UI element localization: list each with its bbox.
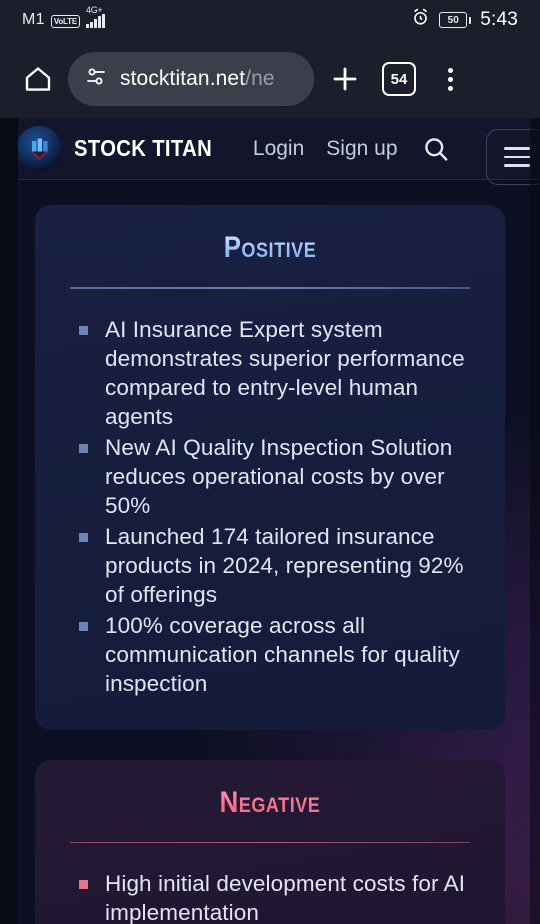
alarm-clock-icon (411, 8, 430, 32)
positive-card-divider (70, 287, 470, 289)
list-item: New AI Quality Inspection Solution reduc… (79, 433, 475, 520)
site-nav: Login Sign up (253, 137, 398, 161)
positive-points-list: AI Insurance Expert system demonstrates … (79, 315, 475, 698)
nav-item-signup[interactable]: Sign up (326, 137, 397, 161)
carrier-label: M1 (22, 11, 45, 28)
battery-indicator: 50 (439, 12, 472, 28)
negative-card-divider (70, 841, 470, 844)
brand-wordmark: STOCK TITAN (74, 135, 213, 161)
clock-label: 5:43 (480, 9, 518, 30)
list-item: Launched 174 tailored insurance products… (79, 522, 475, 609)
signal-indicator: 4G+ (85, 5, 105, 28)
positive-card: Positive AI Insurance Expert system demo… (35, 205, 505, 730)
stock-titan-logo-icon (16, 125, 62, 172)
negative-points-list: High initial development costs for AI im… (79, 869, 475, 924)
new-tab-button[interactable] (322, 56, 368, 102)
url-bar[interactable]: stocktitan.net/ne (68, 52, 314, 106)
volte-badge: VoLTE (50, 15, 80, 28)
web-page-viewport: STOCK TITAN Login Sign up Positive AI In… (0, 118, 540, 924)
sentiment-cards: Positive AI Insurance Expert system demo… (0, 180, 540, 924)
battery-cap-icon (468, 16, 472, 24)
url-path: /ne (245, 67, 275, 90)
negative-card: Negative High initial development costs … (35, 759, 505, 924)
signal-bars-icon (85, 14, 105, 28)
site-header: STOCK TITAN Login Sign up (0, 118, 540, 185)
status-bar-right: 50 5:43 (411, 8, 518, 32)
os-status-bar: M1 VoLTE 4G+ 50 5:43 (0, 0, 540, 40)
tab-count-label: 54 (382, 62, 416, 96)
list-item: AI Insurance Expert system demonstrates … (79, 315, 475, 431)
search-icon[interactable] (418, 131, 454, 167)
list-item: High initial development costs for AI im… (79, 869, 475, 924)
page-settings-icon[interactable] (84, 65, 108, 94)
home-button[interactable] (16, 57, 60, 101)
negative-card-title: Negative (68, 786, 472, 820)
positive-card-title: Positive (68, 231, 472, 265)
browser-toolbar: stocktitan.net/ne 54 (0, 40, 540, 118)
status-bar-left: M1 VoLTE 4G+ (22, 5, 105, 28)
nav-item-login[interactable]: Login (253, 137, 304, 161)
list-item: 100% coverage across all communication c… (79, 611, 475, 698)
network-type-label: 4G+ (85, 5, 103, 15)
browser-menu-button[interactable] (430, 56, 470, 102)
url-domain: stocktitan.net (120, 67, 246, 90)
tab-switcher-button[interactable]: 54 (376, 56, 422, 102)
brand-logo[interactable]: STOCK TITAN (16, 125, 231, 172)
battery-level-label: 50 (439, 12, 468, 28)
url-text[interactable]: stocktitan.net/ne (120, 67, 275, 91)
overflow-menu-icon (447, 67, 453, 73)
